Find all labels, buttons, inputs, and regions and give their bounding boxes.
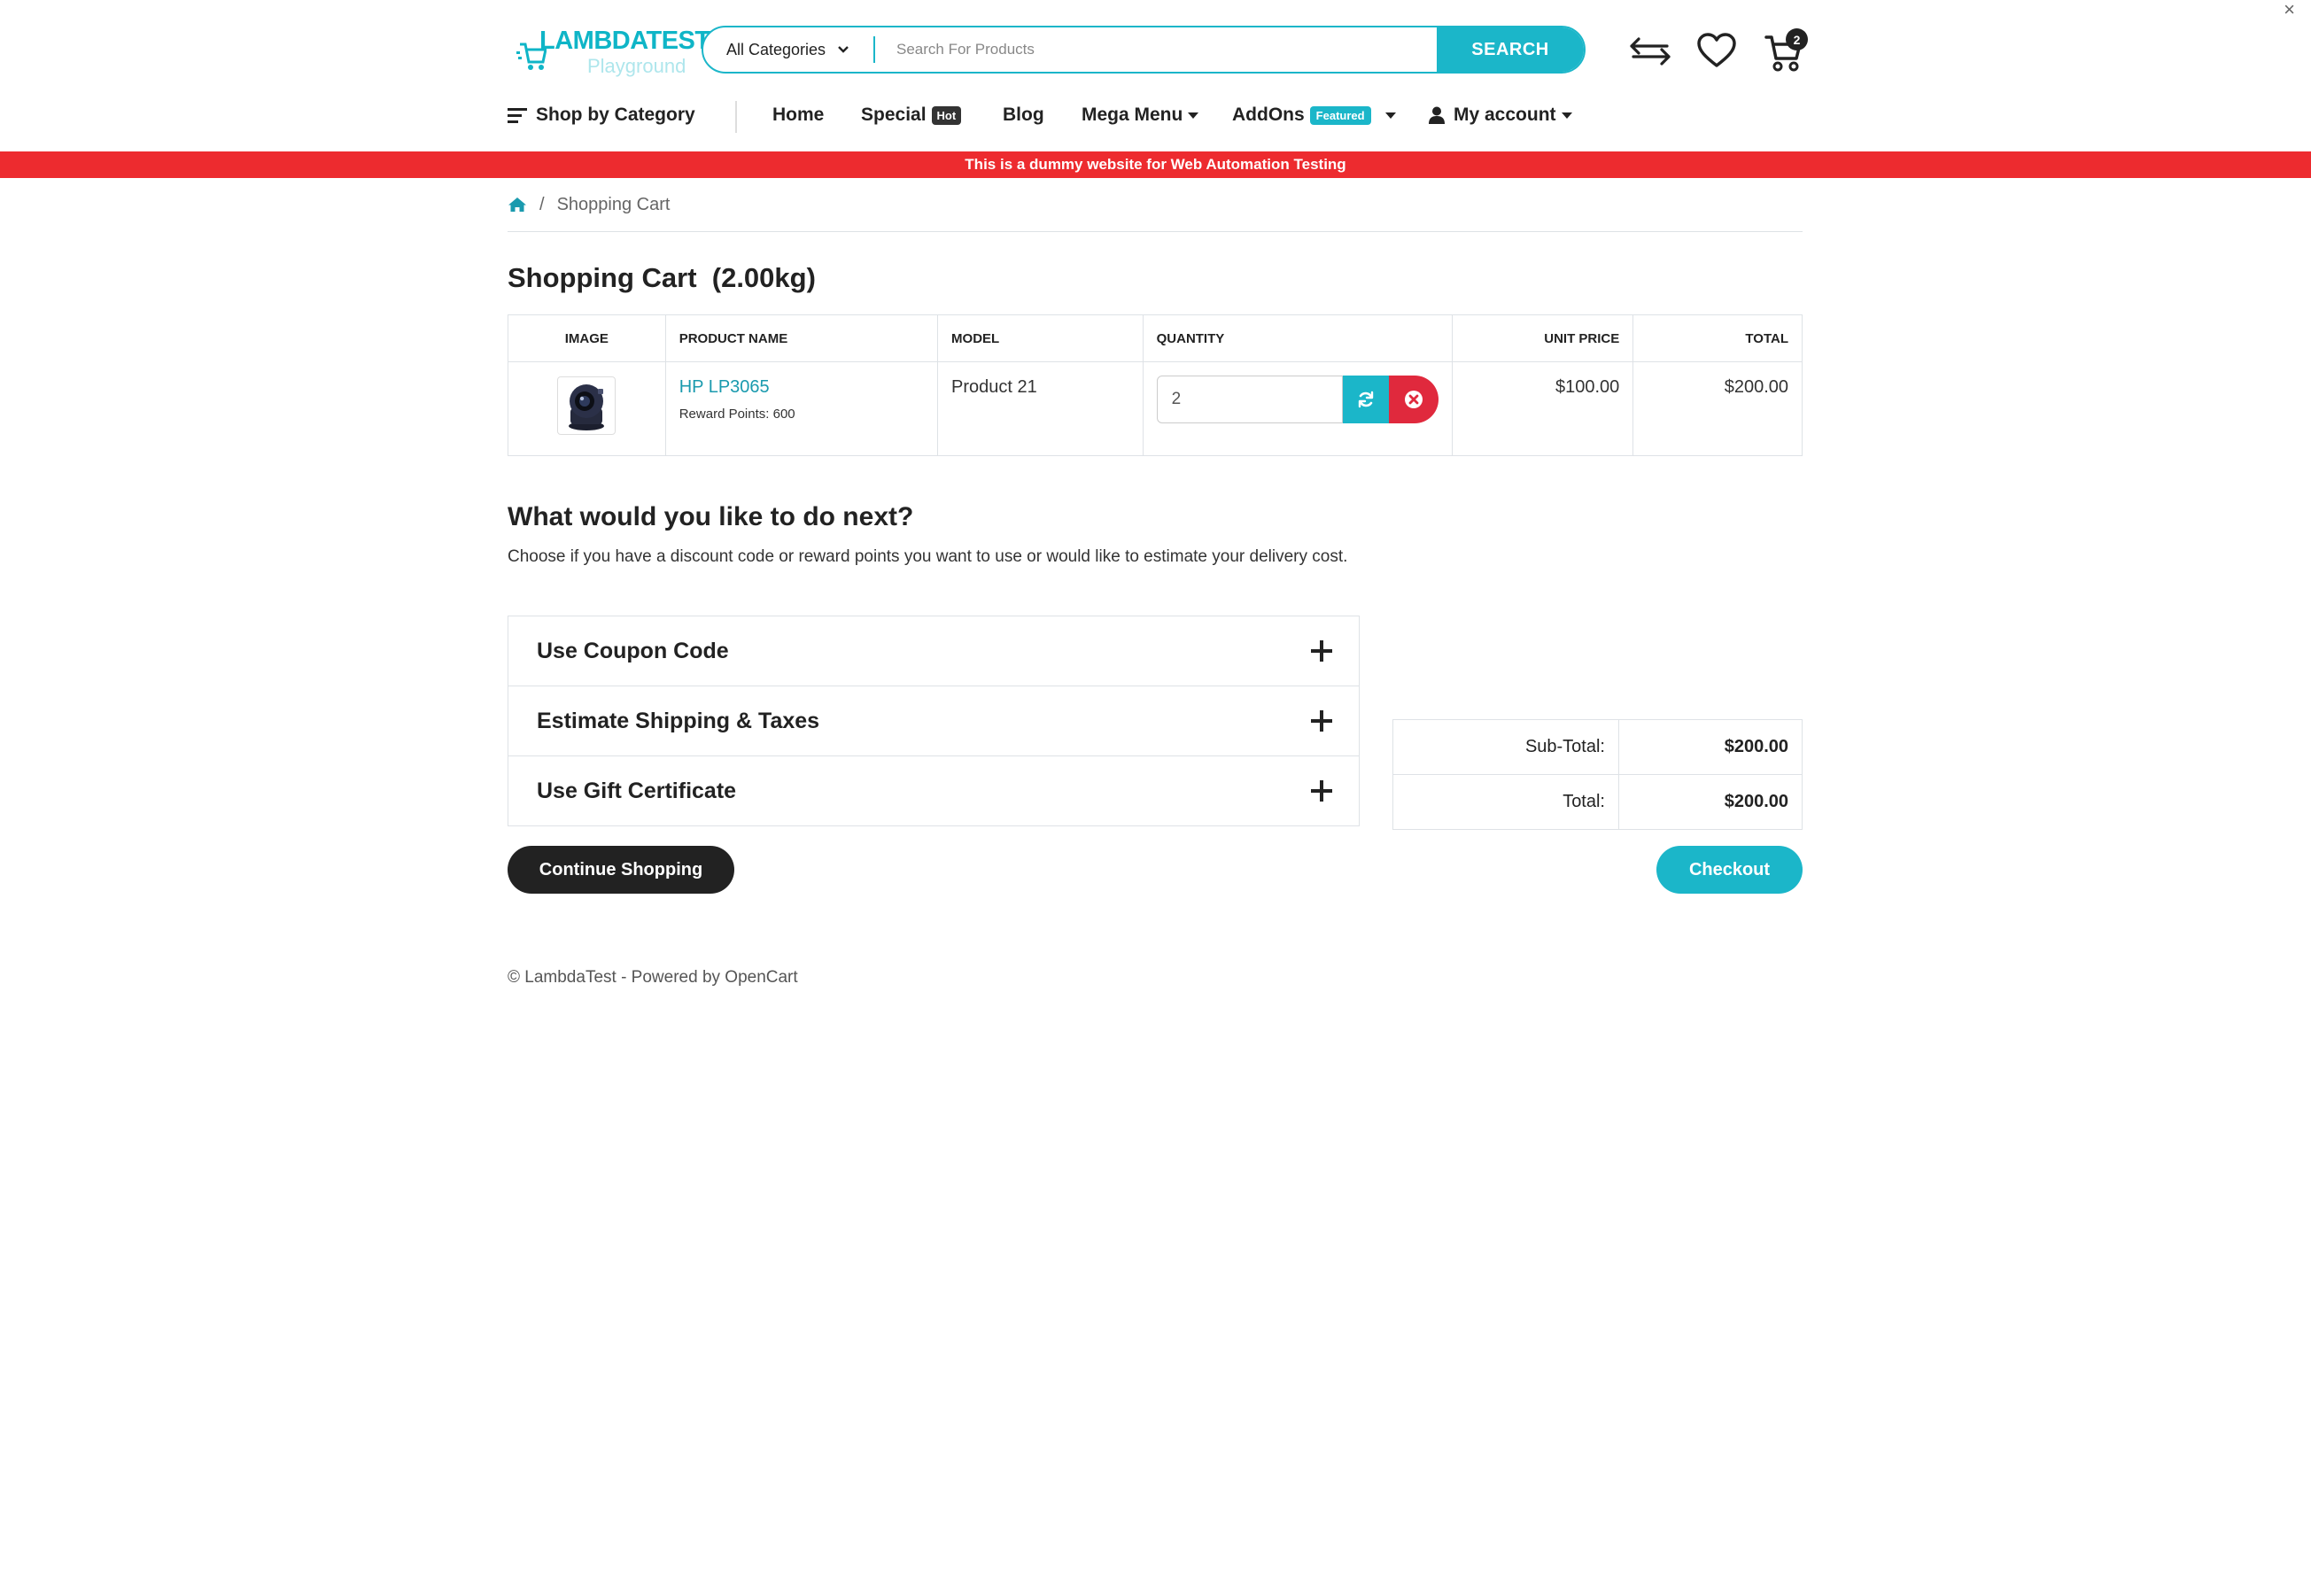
nav-addons-label: AddOns [1232,105,1305,125]
cell-unit-price: $100.00 [1451,361,1634,456]
notice-bar: This is a dummy website for Web Automati… [0,151,2311,178]
next-steps-description: Choose if you have a discount code or re… [508,547,1348,566]
col-product-name: Product Name [664,314,939,362]
col-image: Image [508,314,666,362]
remove-item-button[interactable] [1388,376,1439,423]
cart-count-badge: 2 [1786,28,1808,50]
webcam-product-image [569,384,605,430]
subtotal-row: Sub-Total: $200.00 [1392,719,1803,775]
col-quantity: Quantity [1142,314,1453,362]
breadcrumb-current[interactable]: Shopping Cart [557,195,671,215]
plus-icon [1311,640,1332,662]
options-accordion: Use Coupon Code Estimate Shipping & Taxe… [508,616,1360,826]
search-input[interactable] [875,27,1437,72]
nav-my-account-label: My account [1454,105,1556,125]
nav-special-label: Special [861,105,927,125]
product-name-link[interactable]: HP LP3065 [679,377,924,398]
caret-down-icon [1561,112,1572,119]
breadcrumb-separator: / [539,194,545,214]
gift-certificate-panel-label: Use Gift Certificate [537,778,737,803]
heart-icon[interactable] [1696,32,1737,69]
nav-mega-menu[interactable]: Mega Menu [1082,105,1199,126]
logo-subtext: Playground [587,55,686,77]
continue-shopping-button[interactable]: Continue Shopping [508,846,734,894]
cart-table-header: Image Product Name Model Quantity Unit P… [508,314,1803,362]
cell-quantity [1142,361,1453,456]
estimate-shipping-panel-label: Estimate Shipping & Taxes [537,708,820,733]
checkout-button[interactable]: Checkout [1656,846,1803,894]
compare-arrows-icon[interactable] [1630,35,1671,67]
shop-by-category-label: Shop by Category [536,105,695,125]
caret-down-icon [1384,112,1396,119]
subtotal-value: $200.00 [1618,719,1803,775]
subtotal-label: Sub-Total: [1392,719,1619,775]
nav-mega-menu-label: Mega Menu [1082,105,1183,125]
totals-table: Sub-Total: $200.00 Total: $200.00 [1392,719,1803,830]
shop-by-category-menu[interactable]: Shop by Category [508,105,695,126]
gift-certificate-panel[interactable]: Use Gift Certificate [508,756,1359,825]
chevron-down-icon [838,46,849,53]
remove-circle-icon [1404,391,1423,408]
hot-badge: Hot [931,105,962,125]
next-steps-title: What would you like to do next? [508,502,914,531]
nav-special[interactable]: Special Hot [861,105,962,126]
page-title: Shopping Cart (2.00kg) [508,262,816,293]
search-bar: All Categories SEARCH [702,26,1586,74]
quantity-input[interactable] [1156,376,1343,423]
nav-blog[interactable]: Blog [1003,105,1044,126]
refresh-icon [1358,391,1373,408]
home-icon[interactable] [508,197,527,213]
cell-total: $200.00 [1632,361,1803,456]
caret-down-icon [1188,112,1199,119]
col-unit-price: Unit Price [1451,314,1634,362]
quantity-group [1156,376,1439,423]
cart-table: Image Product Name Model Quantity Unit P… [508,314,1803,456]
plus-icon [1311,710,1332,732]
logo-text: LAMBDATEST [539,27,710,55]
window-close-icon[interactable]: × [2284,0,2295,19]
update-quantity-button[interactable] [1342,376,1389,423]
reward-points: Reward Points: 600 [679,407,795,422]
notice-text: This is a dummy website for Web Automati… [965,156,1346,173]
cell-model: Product 21 [937,361,1144,456]
site-logo[interactable]: LAMBDATEST Playground [516,25,710,80]
total-value: $200.00 [1618,774,1803,830]
breadcrumb: / Shopping Cart [508,191,1803,218]
nav-home[interactable]: Home [772,105,824,126]
product-thumbnail[interactable] [557,376,617,435]
breadcrumb-divider [508,231,1803,232]
total-row: Total: $200.00 [1392,774,1803,830]
plus-icon [1311,780,1332,802]
col-total: Total [1632,314,1803,362]
table-row: HP LP3065 Reward Points: 600 Product 21 [508,361,1803,456]
cell-image [508,361,666,456]
nav-home-label: Home [772,105,825,125]
category-select-label: All Categories [726,40,826,58]
coupon-code-panel[interactable]: Use Coupon Code [508,616,1359,686]
nav-my-account[interactable]: My account [1429,105,1572,126]
nav-blog-label: Blog [1003,105,1044,125]
menu-icon [508,108,527,123]
user-icon [1429,106,1445,124]
category-select[interactable]: All Categories [703,27,873,72]
col-model: Model [937,314,1144,362]
footer-copyright: © LambdaTest - Powered by OpenCart [508,968,798,987]
cell-product-name: HP LP3065 Reward Points: 600 [664,361,939,456]
featured-badge: Featured [1309,105,1371,125]
nav-addons[interactable]: AddOns Featured [1232,105,1396,126]
total-label: Total: [1392,774,1619,830]
estimate-shipping-panel[interactable]: Estimate Shipping & Taxes [508,686,1359,756]
nav-divider [735,101,737,133]
search-button[interactable]: SEARCH [1437,27,1584,72]
coupon-code-panel-label: Use Coupon Code [537,638,729,663]
